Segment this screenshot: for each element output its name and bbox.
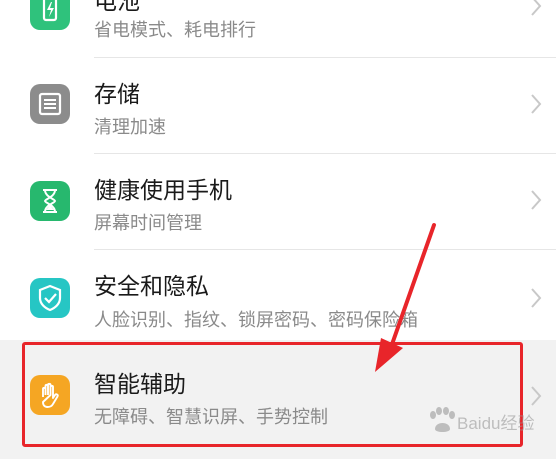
settings-item-subtitle: 清理加速 — [94, 117, 166, 138]
settings-item-security-privacy[interactable]: 安全和隐私 人脸识别、指纹、锁屏密码、密码保险箱 — [0, 250, 556, 340]
settings-item-subtitle: 省电模式、耗电排行 — [94, 20, 256, 41]
chevron-right-icon — [528, 92, 544, 116]
settings-item-subtitle: 人脸识别、指纹、锁屏密码、密码保险箱 — [94, 310, 418, 331]
chevron-right-icon — [528, 286, 544, 310]
settings-item-subtitle: 屏幕时间管理 — [94, 213, 202, 234]
settings-item-digital-balance[interactable]: 健康使用手机 屏幕时间管理 — [0, 154, 556, 249]
storage-icon — [30, 84, 70, 124]
baidu-watermark: Baidu经验 — [425, 403, 550, 439]
hourglass-icon — [30, 181, 70, 221]
settings-item-title: 安全和隐私 — [94, 274, 209, 300]
chevron-right-icon — [528, 188, 544, 212]
settings-item-battery[interactable]: 电池 省电模式、耗电排行 — [0, 0, 556, 57]
settings-item-storage[interactable]: 存储 清理加速 — [0, 58, 556, 153]
watermark-text: Baidu经验 — [457, 414, 534, 433]
shield-icon — [30, 278, 70, 318]
chevron-right-icon — [528, 0, 544, 18]
settings-item-title: 存储 — [94, 82, 140, 108]
battery-icon — [30, 0, 70, 30]
settings-item-title: 健康使用手机 — [94, 178, 232, 204]
settings-item-title: 电池 — [94, 0, 140, 15]
